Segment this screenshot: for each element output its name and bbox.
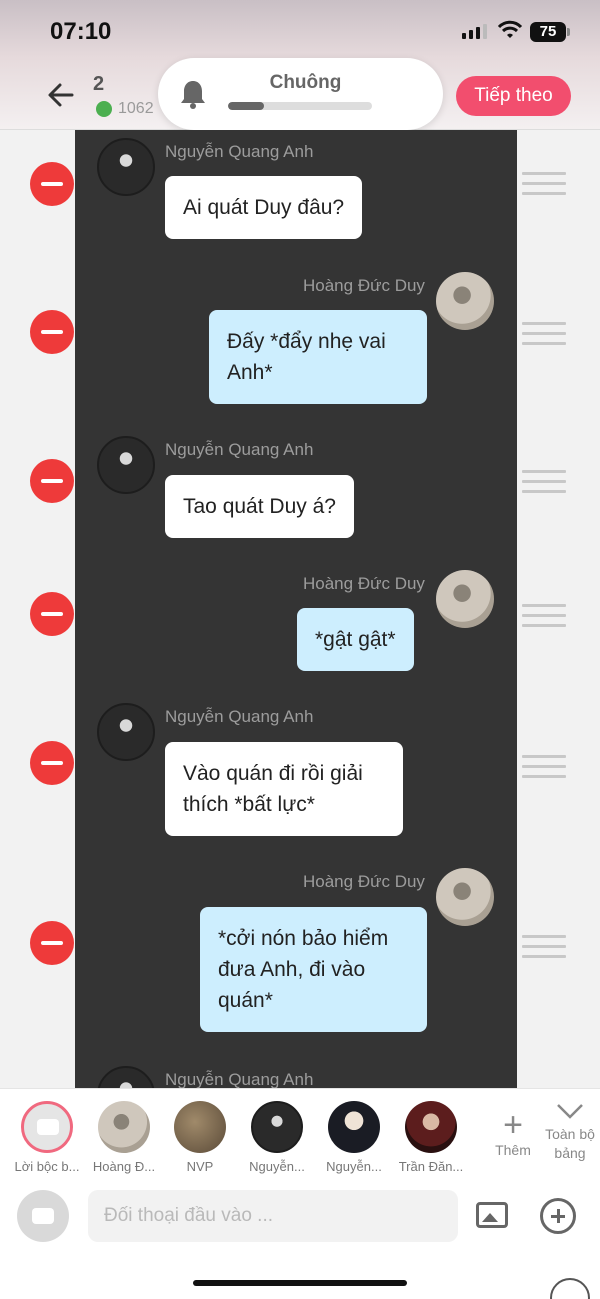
- next-button[interactable]: Tiếp theo: [456, 76, 571, 116]
- wifi-icon: [498, 20, 522, 38]
- character-narration[interactable]: Lời bộc b...: [12, 1101, 82, 1174]
- sender-name: Nguyễn Quang Anh: [165, 1070, 314, 1088]
- add-character-button[interactable]: + Thêm: [492, 1108, 534, 1158]
- character-label: Nguyễn...: [249, 1159, 305, 1174]
- avatar: [436, 272, 494, 330]
- drag-handle-icon[interactable]: [522, 755, 566, 785]
- chevron-down-icon: [557, 1104, 583, 1119]
- character-label: Lời bộc b...: [14, 1159, 80, 1174]
- message-bubble[interactable]: Đấy *đẩy nhẹ vai Anh*: [209, 310, 427, 404]
- character-label: Trần Đăn...: [398, 1159, 464, 1174]
- sender-name: Hoàng Đức Duy: [303, 574, 425, 593]
- character-label: NVP: [186, 1159, 214, 1174]
- show-all-button[interactable]: Toàn bộ bảng: [540, 1102, 600, 1163]
- story-count: 2: [93, 73, 105, 95]
- status-time: 07:10: [50, 18, 112, 45]
- message-bubble[interactable]: Ai quát Duy đâu?: [165, 176, 363, 239]
- avatar: [174, 1101, 226, 1153]
- avatar: [97, 1066, 155, 1088]
- bell-sound-card[interactable]: Chuông: [158, 58, 443, 130]
- narration-icon: [21, 1101, 73, 1153]
- input-bar: [0, 1178, 600, 1299]
- drag-handle-icon[interactable]: [522, 322, 566, 352]
- sender-name: Hoàng Đức Duy: [303, 872, 425, 891]
- sender-name: Hoàng Đức Duy: [303, 276, 425, 295]
- drag-handle-icon[interactable]: [522, 935, 566, 965]
- sender-name: Nguyễn Quang Anh: [165, 142, 314, 161]
- delete-icon[interactable]: [30, 592, 74, 636]
- delete-icon[interactable]: [30, 310, 74, 354]
- character-nguyen-1[interactable]: Nguyễn...: [242, 1101, 312, 1174]
- character-nvp[interactable]: NVP: [165, 1101, 235, 1174]
- delete-icon[interactable]: [30, 459, 74, 503]
- avatar: [405, 1101, 457, 1153]
- sender-name: Nguyễn Quang Anh: [165, 707, 314, 726]
- sender-name: Nguyễn Quang Anh: [165, 440, 314, 459]
- home-indicator: [193, 1280, 407, 1286]
- signal-icon: [462, 24, 487, 39]
- character-hoang-duc-duy[interactable]: Hoàng Đ...: [89, 1101, 159, 1174]
- message-bubble[interactable]: Tao quát Duy á?: [165, 475, 354, 538]
- bell-progress-fill: [228, 102, 264, 110]
- avatar: [97, 703, 155, 761]
- add-icon[interactable]: [540, 1198, 576, 1234]
- drag-handle-icon[interactable]: [522, 172, 566, 202]
- back-arrow-icon[interactable]: [46, 80, 76, 110]
- delete-icon[interactable]: [30, 741, 74, 785]
- avatar: [328, 1101, 380, 1153]
- narration-toggle-button[interactable]: [17, 1190, 69, 1242]
- character-label: Hoàng Đ...: [92, 1159, 156, 1174]
- image-icon[interactable]: [476, 1202, 508, 1228]
- avatar: [97, 138, 155, 196]
- delete-icon[interactable]: [30, 162, 74, 206]
- avatar: [436, 868, 494, 926]
- avatar: [98, 1101, 150, 1153]
- bell-progress: [228, 102, 372, 110]
- header: 07:10 75 2 1062 Chuông Tiếp theo: [0, 0, 600, 130]
- character-label: Nguyễn...: [326, 1159, 382, 1174]
- plus-icon: +: [503, 1106, 523, 1144]
- message-list: Nguyễn Quang Anh Ai quát Duy đâu? Hoàng …: [0, 130, 600, 1088]
- check-icon: [96, 101, 112, 117]
- bell-label: Chuông: [269, 72, 342, 93]
- message-bubble[interactable]: *gật gật*: [297, 608, 414, 671]
- delete-icon[interactable]: [30, 921, 74, 965]
- drag-handle-icon[interactable]: [522, 470, 566, 500]
- avatar: [97, 436, 155, 494]
- message-bubble[interactable]: Vào quán đi rồi giải thích *bất lực*: [165, 742, 403, 836]
- character-nguyen-2[interactable]: Nguyễn...: [319, 1101, 389, 1174]
- scroll-up-button[interactable]: [550, 1278, 590, 1299]
- avatar: [251, 1101, 303, 1153]
- battery-icon: 75: [530, 22, 570, 42]
- word-count: 1062: [96, 100, 154, 118]
- drag-handle-icon[interactable]: [522, 604, 566, 634]
- dialogue-input[interactable]: [88, 1190, 458, 1242]
- message-bubble[interactable]: *cởi nón bảo hiểm đưa Anh, đi vào quán*: [200, 907, 427, 1032]
- avatar: [436, 570, 494, 628]
- character-tran-dang[interactable]: Trần Đăn...: [396, 1101, 466, 1174]
